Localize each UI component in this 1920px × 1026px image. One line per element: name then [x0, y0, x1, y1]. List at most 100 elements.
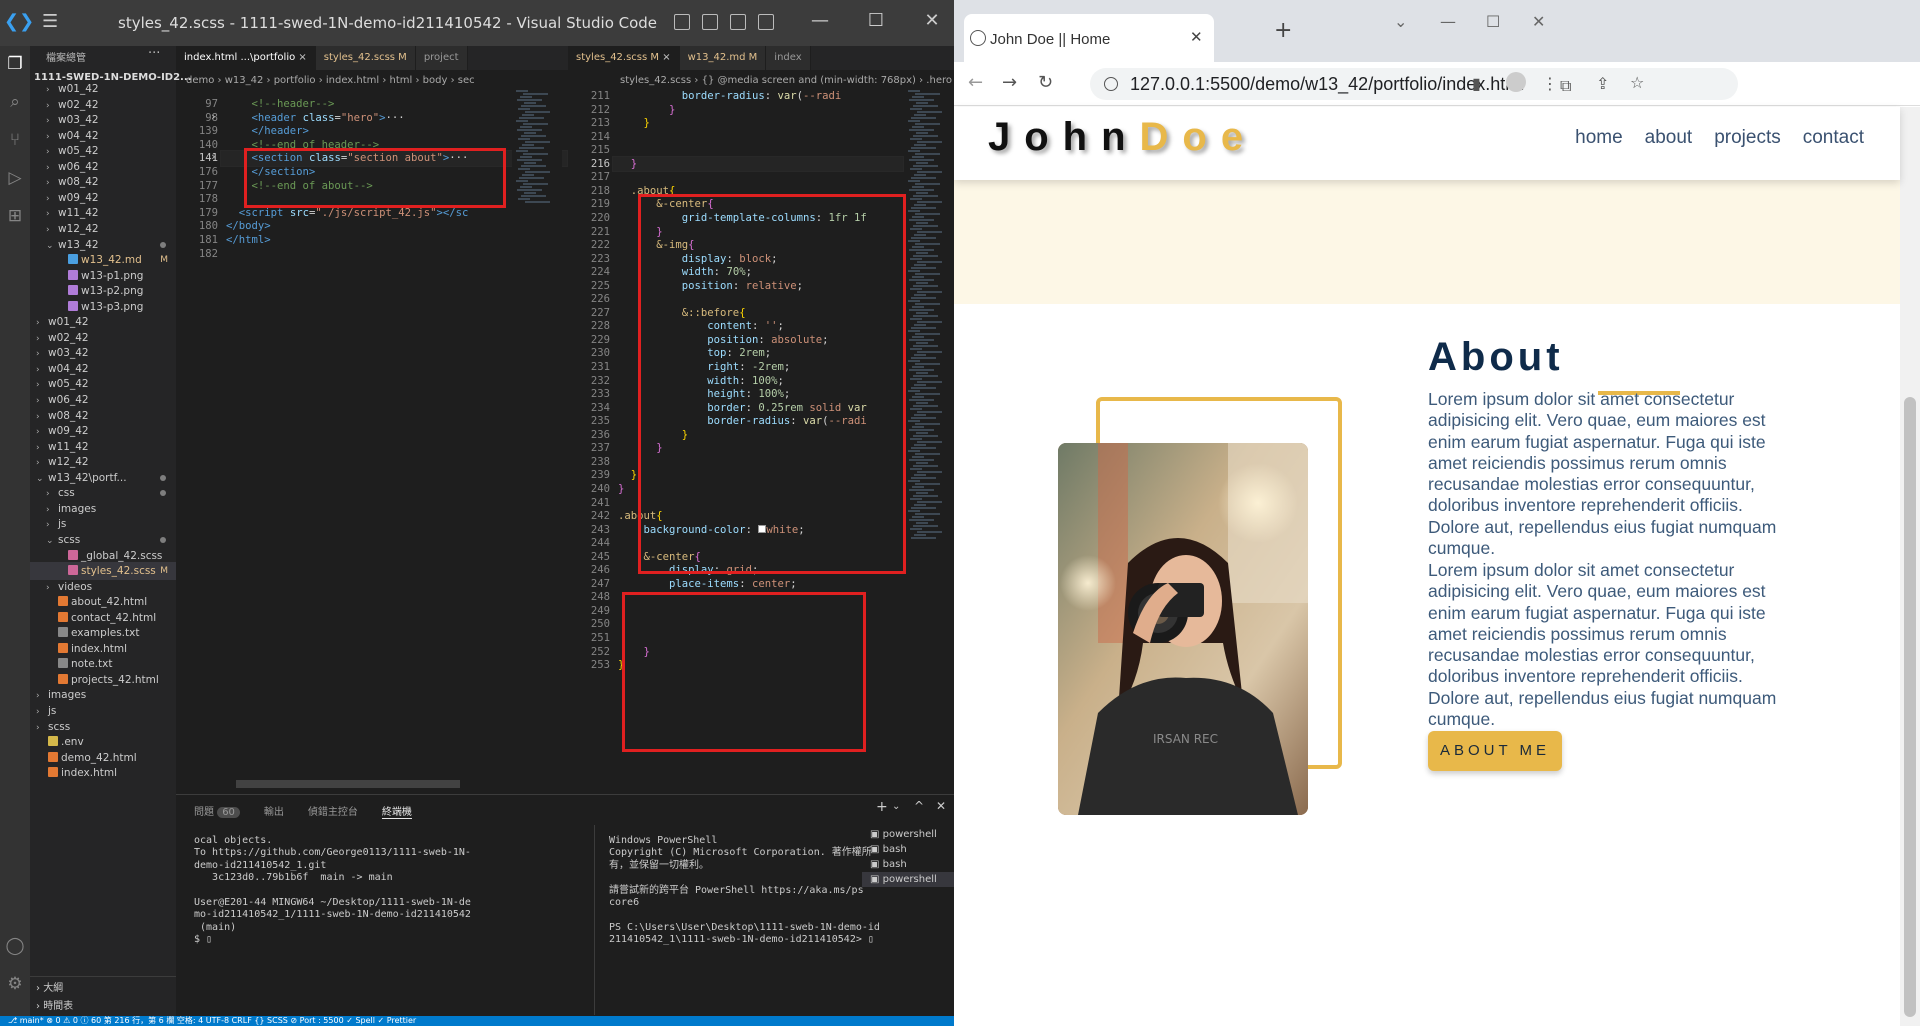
- tree-item-label: scss: [58, 533, 81, 546]
- tab-debug-console[interactable]: 偵錯主控台: [308, 803, 358, 819]
- editor-tab[interactable]: project: [415, 46, 468, 70]
- tree-item-label: w01_42: [58, 83, 99, 95]
- horizontal-scrollbar[interactable]: [236, 780, 460, 788]
- forward-icon[interactable]: →: [1002, 72, 1017, 93]
- terminal-instance[interactable]: ▣ bash: [862, 842, 954, 857]
- about-paragraph-2: Lorem ipsum dolor sit amet consectetur a…: [1428, 560, 1777, 730]
- terminal-left[interactable]: ocal objects. To https://github.com/Geor…: [194, 835, 471, 947]
- editor-tab[interactable]: index: [766, 46, 811, 70]
- tree-item-label: w09_42: [58, 191, 99, 204]
- more-actions-icon[interactable]: ···: [148, 46, 160, 61]
- editor-tab[interactable]: styles_42.scss M ×: [568, 46, 680, 70]
- close-tab-icon[interactable]: ×: [659, 52, 670, 63]
- page-scrollbar[interactable]: [1900, 107, 1920, 1026]
- minimap-line: [909, 159, 934, 161]
- source-control-icon[interactable]: ⑂: [3, 128, 27, 152]
- tab-output[interactable]: 輸出: [264, 803, 284, 819]
- file-icon: [48, 751, 58, 762]
- tab-search-chevron-icon[interactable]: ⌄: [1394, 12, 1407, 31]
- file-icon: [58, 642, 68, 653]
- close-icon[interactable]: ✕: [1532, 12, 1545, 31]
- bookmark-star-icon[interactable]: ☆: [1630, 73, 1644, 92]
- tree-item-label: w09_42: [48, 425, 89, 438]
- reload-icon[interactable]: ↻: [1038, 72, 1053, 93]
- minimap-line: [518, 168, 530, 170]
- back-icon[interactable]: ←: [968, 72, 983, 93]
- settings-gear-icon[interactable]: ⚙: [3, 972, 27, 996]
- left-minimap[interactable]: [512, 90, 562, 210]
- minimap-line: [912, 366, 924, 368]
- nav-contact[interactable]: contact: [1803, 127, 1864, 149]
- toggle-sidebar-icon[interactable]: [674, 14, 690, 30]
- terminal-split-divider[interactable]: [594, 825, 595, 1015]
- minimap-line: [518, 138, 530, 140]
- minimap-line: [521, 195, 546, 197]
- toggle-panel-icon[interactable]: [702, 14, 718, 30]
- status-bar[interactable]: ⎇ main* ⊗ 0 ⚠ 0 ⓘ 60 第 216 行，第 6 欄 空格: 4…: [0, 1016, 954, 1026]
- tree-item-label: w13_42.md: [81, 254, 142, 267]
- editor-tab[interactable]: w13_42.md M: [679, 46, 767, 70]
- outline-section[interactable]: › 大綱: [36, 979, 63, 994]
- minimize-icon[interactable]: —: [808, 10, 832, 31]
- menu-icon[interactable]: ☰: [42, 13, 64, 31]
- nav-about[interactable]: about: [1645, 127, 1693, 149]
- customize-layout-icon[interactable]: [758, 14, 774, 30]
- terminal-instance[interactable]: ▣ powershell: [862, 827, 954, 842]
- maximize-icon[interactable]: ☐: [1486, 12, 1500, 31]
- new-tab-icon[interactable]: +: [1274, 18, 1292, 43]
- minimap-line: [913, 165, 938, 167]
- terminal-right[interactable]: Windows PowerShell Copyright (C) Microso…: [609, 835, 880, 947]
- tree-item[interactable]: index.html: [30, 764, 176, 782]
- close-panel-icon[interactable]: ✕: [936, 799, 946, 813]
- left-breadcrumb[interactable]: demo › w13_42 › portfolio › index.html ›…: [186, 72, 566, 90]
- close-icon[interactable]: ✕: [920, 10, 944, 31]
- timeline-section[interactable]: › 時間表: [36, 997, 73, 1012]
- side-panel-icon[interactable]: ▮: [1472, 74, 1481, 93]
- minimap-line: [910, 468, 922, 470]
- tree-item-label: w12_42: [48, 456, 89, 469]
- explorer-icon[interactable]: ❐: [3, 52, 27, 76]
- kebab-menu-icon[interactable]: ⋮: [1542, 74, 1558, 93]
- close-tab-icon[interactable]: ×: [295, 52, 306, 63]
- tab-terminal[interactable]: 終端機: [381, 803, 412, 819]
- search-icon[interactable]: ⌕: [3, 90, 27, 114]
- minimize-icon[interactable]: —: [1440, 12, 1456, 31]
- tab-problems[interactable]: 問題 60: [194, 803, 240, 819]
- minimap-line: [520, 126, 532, 128]
- minimap-line: [910, 348, 922, 350]
- account-icon[interactable]: ◯: [3, 934, 27, 958]
- site-logo[interactable]: JohnDoe: [988, 115, 1257, 160]
- editor-tab[interactable]: index.html ...\portfolio ×: [176, 46, 316, 70]
- minimap-line: [910, 438, 922, 440]
- minimap-line: [911, 417, 936, 419]
- site-info-icon[interactable]: [1104, 77, 1118, 91]
- minimap-line: [912, 276, 924, 278]
- maximize-icon[interactable]: ☐: [864, 10, 888, 31]
- nav-home[interactable]: home: [1575, 127, 1623, 149]
- page-scrollbar-thumb[interactable]: [1904, 397, 1916, 1017]
- close-tab-icon[interactable]: ✕: [1190, 28, 1203, 46]
- translate-icon[interactable]: ⧉: [1560, 76, 1571, 96]
- url-bar[interactable]: 127.0.0.1:5500/demo/w13_42/portfolio/ind…: [1090, 68, 1738, 100]
- minimap-line: [913, 195, 938, 197]
- chevron-down-icon[interactable]: ⌄: [892, 801, 900, 812]
- minimap-line: [914, 534, 926, 536]
- share-icon[interactable]: ⇪: [1596, 74, 1609, 93]
- maximize-panel-icon[interactable]: ^: [914, 799, 924, 813]
- about-me-button[interactable]: ABOUT ME: [1428, 731, 1562, 771]
- editor-tab-label: project: [423, 52, 459, 63]
- fold-chevron-icon[interactable]: ›: [210, 150, 217, 163]
- nav-projects[interactable]: projects: [1714, 127, 1781, 149]
- run-debug-icon[interactable]: ▷: [3, 166, 27, 190]
- terminal-instance[interactable]: ▣ bash: [862, 857, 954, 872]
- fold-chevron-icon[interactable]: ›: [210, 110, 217, 123]
- new-terminal-icon[interactable]: +: [876, 799, 888, 815]
- profile-avatar-icon[interactable]: [1506, 72, 1526, 92]
- right-minimap[interactable]: [904, 90, 950, 560]
- browser-tab[interactable]: John Doe || Home ✕: [964, 14, 1214, 62]
- extensions-icon[interactable]: ⊞: [3, 204, 27, 228]
- terminal-instance[interactable]: ▣ powershell: [862, 872, 954, 887]
- toggle-secondary-sidebar-icon[interactable]: [730, 14, 746, 30]
- tree-item-label: w13-p2.png: [81, 285, 144, 298]
- editor-tab[interactable]: styles_42.scss M: [315, 46, 416, 70]
